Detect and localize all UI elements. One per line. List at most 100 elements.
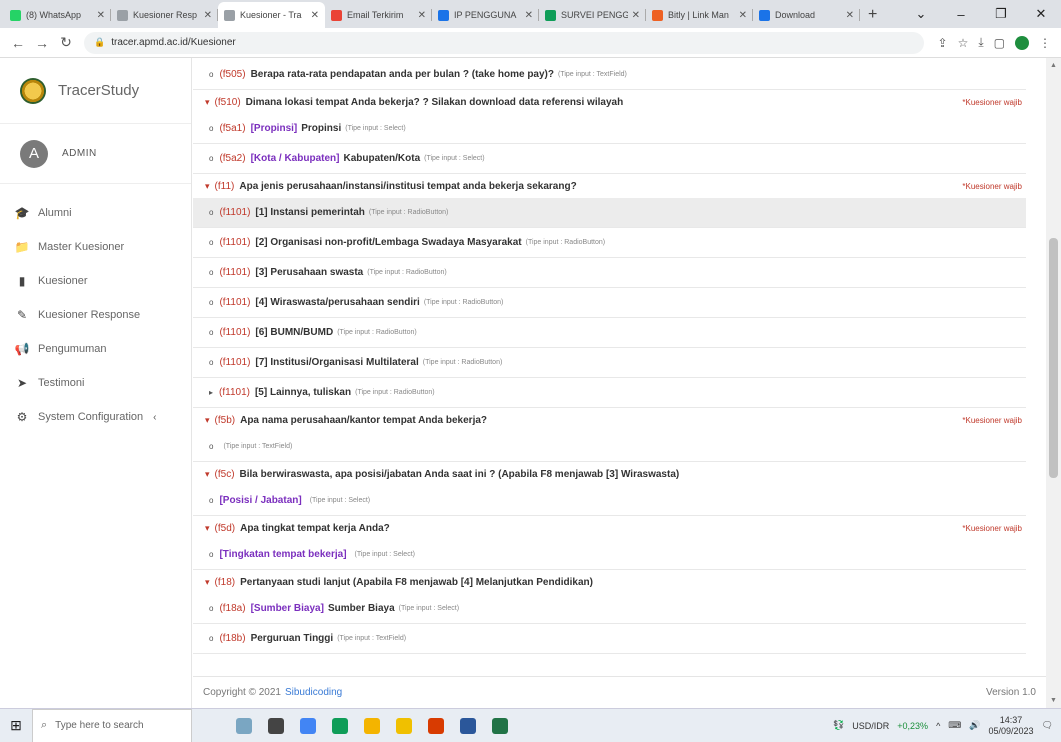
author-link[interactable]: Sibudicoding bbox=[285, 687, 342, 698]
brand-name: TracerStudy bbox=[58, 82, 140, 99]
taskbar-app-icon[interactable] bbox=[356, 709, 388, 742]
share-icon[interactable]: ⇪ bbox=[938, 36, 948, 50]
side-panel-icon[interactable]: ▢ bbox=[994, 36, 1005, 50]
question-option[interactable]: o (f18a) [Sumber Biaya] Sumber Biaya (Tipe i… bbox=[193, 594, 1026, 624]
caret-down-icon[interactable]: ▾ bbox=[205, 97, 210, 108]
network-icon[interactable]: ⌨ bbox=[948, 720, 961, 731]
caret-down-icon[interactable]: ▾ bbox=[205, 523, 210, 534]
scroll-down-icon[interactable]: ▼ bbox=[1046, 697, 1061, 704]
taskbar-app-icon[interactable] bbox=[292, 709, 324, 742]
question-header[interactable]: ▾ (f11) Apa jenis perusahaan/instansi/inst… bbox=[193, 174, 1026, 198]
question-option[interactable]: o (f505) Berapa rata-rata pendapatan anda … bbox=[193, 60, 1026, 90]
browser-tab[interactable]: Kuesioner Resp ✕ bbox=[111, 2, 218, 28]
tab-close-icon[interactable]: ✕ bbox=[204, 10, 212, 21]
question-variable: [Posisi / Jabatan] bbox=[219, 495, 302, 506]
windows-taskbar: ⊞ ⌕ Type here to search 💱 USD/IDR +0,23%… bbox=[0, 708, 1061, 742]
question-header[interactable]: ▾ (f5c) Bila berwiraswasta, apa posisi/jab… bbox=[193, 462, 1026, 486]
tab-label: Bitly | Link Man bbox=[668, 10, 729, 20]
edit-icon: ✎ bbox=[16, 308, 28, 322]
question-option[interactable]: o (f1101) [3] Perusahaan swasta (Tipe input… bbox=[193, 258, 1026, 288]
brand[interactable]: TracerStudy bbox=[0, 58, 191, 124]
browser-tab[interactable]: SURVEI PENGG ✕ bbox=[539, 2, 646, 28]
menu-kebab-icon[interactable]: ⋮ bbox=[1039, 36, 1051, 50]
question-option[interactable]: o [Posisi / Jabatan] (Tipe input : Select) bbox=[193, 486, 1026, 516]
sidebar-item-pengumuman[interactable]: 📢 Pengumuman bbox=[0, 332, 191, 366]
bookmark-star-icon[interactable]: ☆ bbox=[958, 36, 969, 50]
taskbar-app-icon[interactable] bbox=[452, 709, 484, 742]
question-code: (f505) bbox=[219, 69, 246, 80]
question-header[interactable]: ▾ (f510) Dimana lokasi tempat Anda bekerja… bbox=[193, 90, 1026, 114]
question-option[interactable]: o (f1101) [1] Instansi pemerintah (Tipe inp… bbox=[193, 198, 1026, 228]
question-text: Bila berwiraswasta, apa posisi/jabatan A… bbox=[239, 468, 680, 480]
question-option[interactable]: o (f1101) [4] Wiraswasta/perusahaan sendir… bbox=[193, 288, 1026, 318]
windows-start-icon[interactable]: ⊞ bbox=[0, 717, 32, 734]
question-option[interactable]: o (f1101) [7] Institusi/Organisasi Multila… bbox=[193, 348, 1026, 378]
question-option[interactable]: o (f5a2) [Kota / Kabupaten] Kabupaten/Kota(… bbox=[193, 144, 1026, 174]
question-header[interactable]: ▾ (f18) Pertanyaan studi lanjut (Apabila F… bbox=[193, 570, 1026, 594]
taskbar-app-icon[interactable] bbox=[388, 709, 420, 742]
tab-search-icon[interactable]: ⌄ bbox=[901, 6, 941, 22]
caret-down-icon[interactable]: ▾ bbox=[205, 577, 210, 588]
question-option[interactable]: o (f1101) [2] Organisasi non-profit/Lembag… bbox=[193, 228, 1026, 258]
scroll-up-icon[interactable]: ▲ bbox=[1046, 62, 1061, 69]
sidebar-item-testimoni[interactable]: ➤ Testimoni bbox=[0, 366, 191, 400]
radio-bullet-icon: o bbox=[209, 358, 214, 367]
back-icon[interactable]: ← bbox=[6, 35, 30, 51]
sidebar-item-kuesioner-response[interactable]: ✎ Kuesioner Response bbox=[0, 298, 191, 332]
volume-icon[interactable]: 🔊 bbox=[969, 720, 980, 731]
question-option[interactable]: o (f18b) Perguruan Tinggi (Tipe input : Tex… bbox=[193, 624, 1026, 654]
sidebar-item-alumni[interactable]: 🎓 Alumni bbox=[0, 196, 191, 230]
caret-down-icon[interactable]: ▾ bbox=[205, 181, 210, 192]
browser-tab[interactable]: IP PENGGUNA ✕ bbox=[432, 2, 539, 28]
question-option[interactable]: o [Tingkatan tempat bekerja] (Tipe input :… bbox=[193, 540, 1026, 570]
tray-chevron-icon[interactable]: ^ bbox=[936, 721, 940, 731]
question-option[interactable]: o (f5a1) [Propinsi] Propinsi (Tipe input : S… bbox=[193, 114, 1026, 144]
browser-tab[interactable]: (8) WhatsApp ✕ bbox=[4, 2, 111, 28]
browser-tab[interactable]: Download ✕ bbox=[753, 2, 860, 28]
sidebar-item-label: System Configuration bbox=[38, 411, 144, 423]
question-header[interactable]: ▾ (f5d) Apa tingkat tempat kerja Anda? *Kue… bbox=[193, 516, 1026, 540]
browser-tab[interactable]: Email Terkirim ✕ bbox=[325, 2, 432, 28]
taskbar-search-input[interactable]: ⌕ Type here to search bbox=[32, 708, 192, 742]
taskbar-app-icon[interactable] bbox=[420, 709, 452, 742]
maximize-icon[interactable]: ❐ bbox=[981, 6, 1021, 22]
folder-icon: 📁 bbox=[14, 240, 30, 254]
tab-close-icon[interactable]: ✕ bbox=[311, 10, 319, 21]
download-icon[interactable]: ⤓ bbox=[978, 35, 983, 50]
close-window-icon[interactable]: ✕ bbox=[1021, 6, 1061, 22]
tab-close-icon[interactable]: ✕ bbox=[97, 10, 105, 21]
url-input[interactable]: 🔒 tracer.apmd.ac.id/Kuesioner bbox=[84, 31, 924, 54]
question-option[interactable]: ▸ (f1101) [5] Lainnya, tuliskan (Tipe input… bbox=[193, 378, 1026, 408]
sidebar-item-master-kuesioner[interactable]: 📁 Master Kuesioner bbox=[0, 230, 191, 264]
question-header[interactable]: ▾ (f5b) Apa nama perusahaan/kantor tempat … bbox=[193, 408, 1026, 432]
tab-close-icon[interactable]: ✕ bbox=[525, 10, 533, 21]
page-scrollbar[interactable]: ▲ ▼ bbox=[1046, 58, 1061, 708]
taskbar-app-icon[interactable] bbox=[228, 709, 260, 742]
forward-icon[interactable]: → bbox=[30, 35, 54, 51]
new-tab-button[interactable]: + bbox=[860, 2, 885, 28]
tab-close-icon[interactable]: ✕ bbox=[739, 10, 747, 21]
question-code: (f1101) bbox=[219, 267, 251, 278]
taskbar-app-icon[interactable] bbox=[324, 709, 356, 742]
question-option[interactable]: o (Tipe input : TextField) bbox=[193, 432, 1026, 462]
sidebar-item-label: Master Kuesioner bbox=[38, 241, 125, 253]
browser-tab[interactable]: Kuesioner - Tra ✕ bbox=[218, 2, 325, 28]
sidebar-item-system-configuration[interactable]: ⚙ System Configuration ‹ bbox=[0, 400, 191, 434]
caret-down-icon[interactable]: ▾ bbox=[205, 415, 210, 426]
tab-close-icon[interactable]: ✕ bbox=[632, 10, 640, 21]
notification-icon[interactable]: 🗨 bbox=[1042, 720, 1053, 731]
tab-close-icon[interactable]: ✕ bbox=[418, 10, 426, 21]
question-code: (f1101) bbox=[219, 237, 251, 248]
tab-close-icon[interactable]: ✕ bbox=[846, 10, 854, 21]
reload-icon[interactable]: ↻ bbox=[54, 34, 78, 51]
profile-avatar-icon[interactable] bbox=[1015, 35, 1029, 50]
browser-tab[interactable]: Bitly | Link Man ✕ bbox=[646, 2, 753, 28]
clock[interactable]: 14:37 05/09/2023 bbox=[989, 715, 1034, 737]
taskbar-app-icon[interactable] bbox=[484, 709, 516, 742]
caret-down-icon[interactable]: ▾ bbox=[205, 469, 210, 480]
scrollbar-thumb[interactable] bbox=[1049, 238, 1058, 478]
sidebar-item-kuesioner[interactable]: ▮ Kuesioner bbox=[0, 264, 191, 298]
taskbar-app-icon[interactable] bbox=[260, 709, 292, 742]
question-option[interactable]: o (f1101) [6] BUMN/BUMD (Tipe input : Radio… bbox=[193, 318, 1026, 348]
minimize-icon[interactable]: – bbox=[941, 7, 981, 22]
